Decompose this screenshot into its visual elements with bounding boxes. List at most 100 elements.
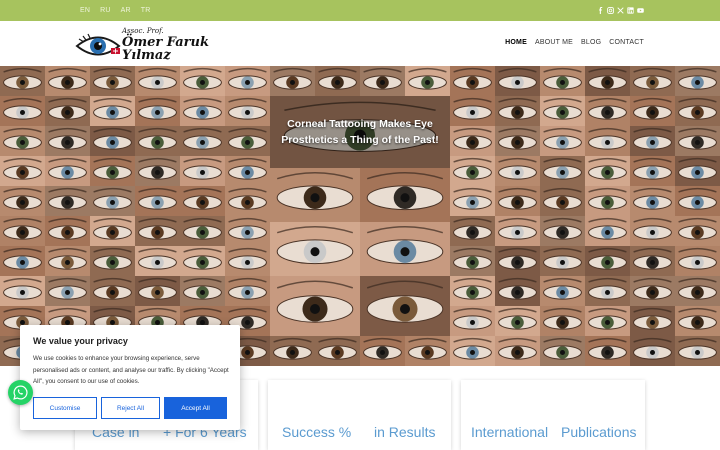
- nav-contact[interactable]: CONTACT: [609, 39, 644, 46]
- eye-photo-tile: [45, 66, 90, 96]
- stat-card-publications: International Publications: [461, 380, 645, 450]
- eye-photo-tile: [630, 216, 675, 246]
- lang-tr[interactable]: TR: [141, 7, 151, 14]
- stat-label: Success %: [282, 424, 352, 440]
- eye-photo-tile: [495, 96, 540, 126]
- eye-photo-tile: [225, 96, 270, 126]
- eye-photo-tile: [495, 156, 540, 186]
- lang-ru[interactable]: RU: [100, 7, 111, 14]
- eye-photo-tile: [360, 66, 405, 96]
- eye-photo-tile: [135, 156, 180, 186]
- eye-photo-tile: [45, 96, 90, 126]
- eye-photo-tile: [585, 156, 630, 186]
- eye-photo-tile: [135, 246, 180, 276]
- eye-photo-tile: [540, 336, 585, 366]
- eye-photo-tile: [90, 186, 135, 216]
- social-links: [597, 0, 644, 21]
- site-logo[interactable]: Assoc. Prof. Ömer Faruk Yılmaz: [75, 25, 215, 63]
- eye-photo-tile: [180, 276, 225, 306]
- x-icon[interactable]: [617, 7, 624, 14]
- eye-photo-tile: [0, 276, 45, 306]
- eye-photo-tile: [630, 186, 675, 216]
- nav-home[interactable]: HOME: [505, 39, 527, 46]
- eye-photo-tile: [180, 156, 225, 186]
- eye-photo-tile: [180, 216, 225, 246]
- eye-photo-tile: [450, 276, 495, 306]
- linkedin-icon[interactable]: [627, 7, 634, 14]
- eye-photo-tile: [495, 186, 540, 216]
- eye-photo-tile: [495, 66, 540, 96]
- facebook-icon[interactable]: [597, 7, 604, 14]
- whatsapp-chat-button[interactable]: [8, 380, 33, 405]
- eye-photo-tile: [540, 156, 585, 186]
- eye-photo-tile: [540, 216, 585, 246]
- eye-photo-tile: [450, 306, 495, 336]
- eye-photo-tile: [495, 126, 540, 156]
- eye-photo-tile: [225, 186, 270, 216]
- eye-photo-tile: [90, 216, 135, 246]
- eye-photo-tile: [675, 246, 720, 276]
- eye-photo-tile: [225, 126, 270, 156]
- eye-photo-tile: [675, 336, 720, 366]
- eye-photo-tile: [0, 156, 45, 186]
- eye-photo-tile: [270, 276, 360, 336]
- eye-photo-tile: [270, 66, 315, 96]
- youtube-icon[interactable]: [637, 7, 644, 14]
- eye-photo-tile: [495, 246, 540, 276]
- eye-photo-tile: [90, 96, 135, 126]
- eye-photo-tile: [630, 96, 675, 126]
- eye-photo-tile: [135, 96, 180, 126]
- cookie-reject-all-button[interactable]: Reject All: [101, 397, 160, 419]
- eye-photo-tile: [675, 276, 720, 306]
- lang-ar[interactable]: AR: [121, 7, 131, 14]
- eye-photo-tile: [315, 66, 360, 96]
- eye-photo-tile: [585, 66, 630, 96]
- eye-photo-tile: [585, 216, 630, 246]
- eye-photo-tile: [585, 306, 630, 336]
- eye-photo-tile: [495, 306, 540, 336]
- eye-photo-tile: [630, 246, 675, 276]
- eye-photo-tile: [90, 126, 135, 156]
- nav-blog[interactable]: BLOG: [581, 39, 601, 46]
- eye-logo-icon: [75, 33, 121, 56]
- eye-photo-tile: [270, 336, 315, 366]
- eye-photo-tile: [405, 336, 450, 366]
- stat-card-success: Success % in Results: [268, 380, 451, 450]
- eye-photo-tile: [180, 246, 225, 276]
- eye-photo-tile: [225, 216, 270, 246]
- eye-photo-tile: [135, 216, 180, 246]
- eye-photo-mosaic: [0, 66, 720, 366]
- eye-photo-tile: [360, 276, 450, 336]
- instagram-icon[interactable]: [607, 7, 614, 14]
- site-header: Assoc. Prof. Ömer Faruk Yılmaz HOME ABOU…: [0, 21, 720, 66]
- eye-photo-tile: [270, 168, 360, 222]
- eye-photo-tile: [675, 306, 720, 336]
- lang-en[interactable]: EN: [80, 7, 90, 14]
- eye-photo-tile: [630, 306, 675, 336]
- hero-title-line2: Prosthetics a Thing of the Past!: [281, 134, 439, 146]
- nav-about-me[interactable]: ABOUT ME: [535, 39, 573, 46]
- hero-title: Corneal Tattooing Makes Eye Prosthetics …: [270, 116, 450, 148]
- eye-photo-tile: [450, 66, 495, 96]
- language-switcher: EN RU AR TR: [80, 0, 161, 21]
- eye-photo-tile: [630, 276, 675, 306]
- eye-photo-tile: [0, 246, 45, 276]
- eye-photo-tile: [135, 126, 180, 156]
- eye-photo-tile: [90, 66, 135, 96]
- eye-photo-tile: [630, 126, 675, 156]
- hero-banner: Corneal Tattooing Makes Eye Prosthetics …: [0, 66, 720, 366]
- cookie-accept-all-button[interactable]: Accept All: [164, 397, 227, 419]
- cookie-customise-button[interactable]: Customise: [33, 397, 97, 419]
- eye-photo-tile: [90, 276, 135, 306]
- eye-photo-tile: [0, 186, 45, 216]
- logo-name-line2: Yılmaz: [122, 48, 171, 63]
- eye-photo-tile: [315, 336, 360, 366]
- eye-photo-tile: [360, 168, 450, 222]
- stat-label: in Results: [374, 424, 436, 440]
- stat-label: Publications: [561, 424, 637, 440]
- eye-photo-tile: [450, 186, 495, 216]
- eye-photo-tile: [450, 216, 495, 246]
- eye-photo-tile: [45, 126, 90, 156]
- eye-photo-tile: [495, 336, 540, 366]
- eye-photo-tile: [585, 276, 630, 306]
